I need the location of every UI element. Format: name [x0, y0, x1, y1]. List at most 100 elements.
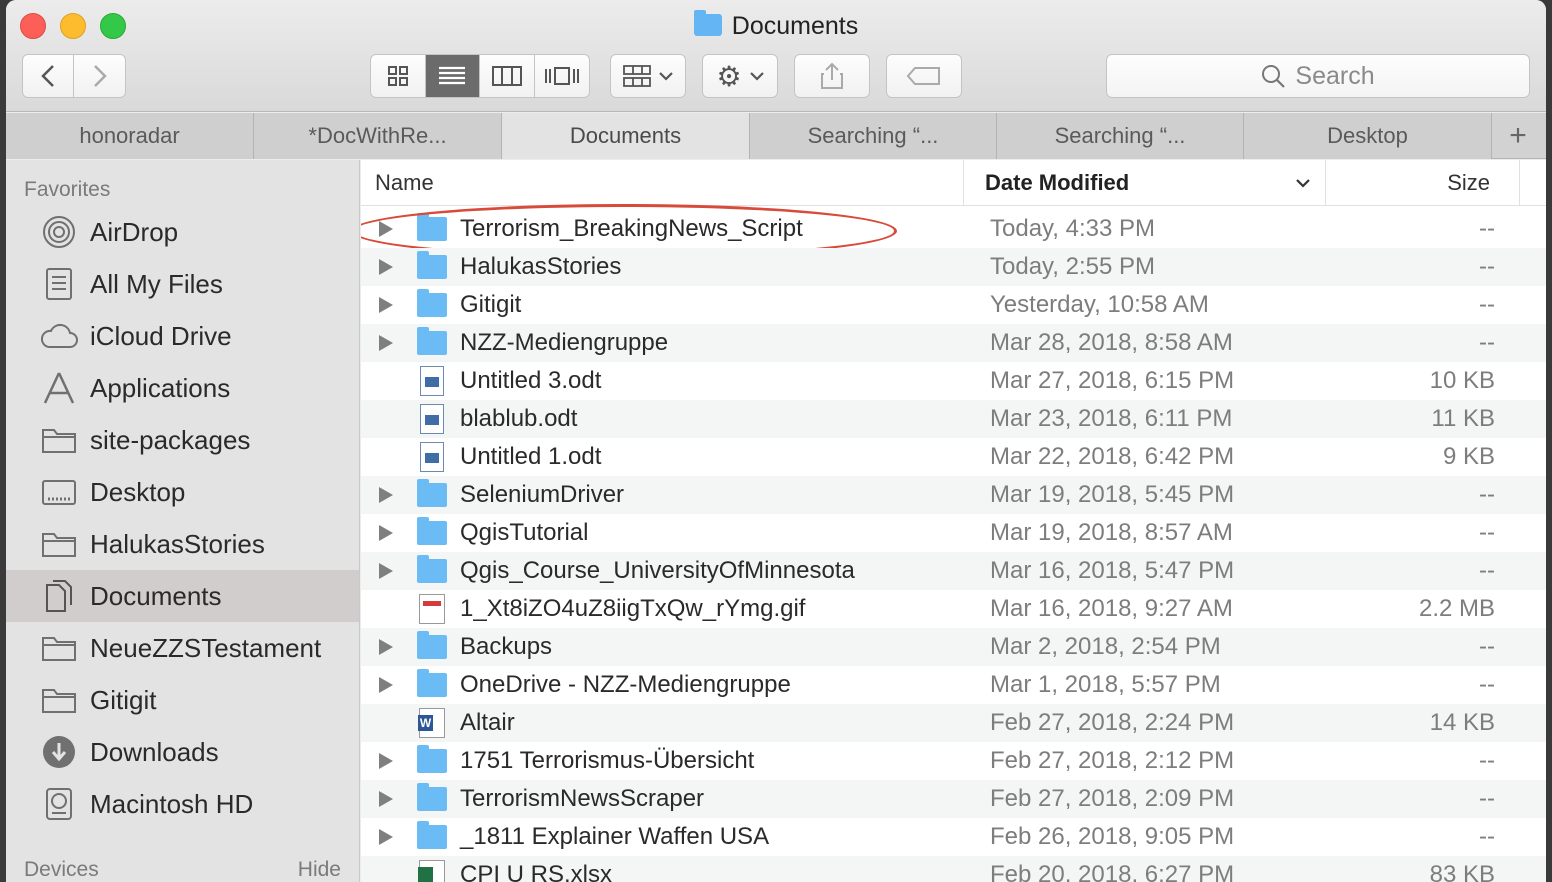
file-row[interactable]: Untitled 3.odt Mar 27, 2018, 6:15 PM 10 … — [361, 362, 1546, 400]
file-row[interactable]: _1811 Explainer Waffen USA Feb 26, 2018,… — [361, 818, 1546, 856]
back-button[interactable] — [23, 55, 75, 97]
file-row[interactable]: SeleniumDriver Mar 19, 2018, 5:45 PM -- — [361, 476, 1546, 514]
excel-document-icon — [418, 860, 445, 882]
arrange-button[interactable] — [610, 54, 686, 98]
file-name: NZZ-Mediengruppe — [460, 329, 669, 356]
disclosure-triangle-icon[interactable] — [379, 791, 393, 807]
file-date: Mar 23, 2018, 6:11 PM — [990, 405, 1233, 432]
file-row[interactable]: TerrorismNewsScraper Feb 27, 2018, 2:09 … — [361, 780, 1546, 818]
hide-devices-link[interactable]: Hide — [298, 858, 341, 882]
sidebar-item-halukasstories[interactable]: HalukasStories — [6, 518, 359, 570]
sidebar-item-airdrop[interactable]: AirDrop — [6, 206, 359, 258]
disclosure-triangle-icon[interactable] — [379, 677, 393, 693]
file-row[interactable]: OneDrive - NZZ-Mediengruppe Mar 1, 2018,… — [361, 666, 1546, 704]
disclosure-triangle-icon[interactable] — [379, 487, 393, 503]
file-row[interactable]: blablub.odt Mar 23, 2018, 6:11 PM 11 KB — [361, 400, 1546, 438]
file-row[interactable]: Altair Feb 27, 2018, 2:24 PM 14 KB — [361, 704, 1546, 742]
desktop-folder-icon — [40, 476, 78, 508]
file-size: -- — [1479, 291, 1495, 318]
sidebar-item-label: NeueZZSTestament — [90, 632, 322, 663]
file-row[interactable]: Gitigit Yesterday, 10:58 AM -- — [361, 286, 1546, 324]
tag-icon — [906, 67, 940, 85]
folder-icon — [417, 783, 447, 811]
grid-icon — [387, 66, 408, 86]
tab-desktop[interactable]: Desktop — [1244, 113, 1492, 159]
folder-icon — [417, 213, 447, 241]
file-row[interactable]: QgisTutorial Mar 19, 2018, 8:57 AM -- — [361, 514, 1546, 552]
tab-searching-2[interactable]: Searching “... — [997, 113, 1244, 159]
sidebar-item-neuezzstestament[interactable]: NeueZZSTestament — [6, 622, 359, 674]
file-row[interactable]: Backups Mar 2, 2018, 2:54 PM -- — [361, 628, 1546, 666]
sidebar-item-label: site-packages — [90, 424, 251, 455]
sidebar-item-icloud-drive[interactable]: iCloud Drive — [6, 310, 359, 362]
tab-searching-1[interactable]: Searching “... — [750, 113, 997, 159]
folder-icon — [417, 289, 447, 317]
sidebar-item-applications[interactable]: Applications — [6, 362, 359, 414]
disclosure-triangle-icon[interactable] — [379, 525, 393, 541]
tab-honoradar[interactable]: honoradar — [6, 113, 254, 159]
file-row[interactable]: Terrorism_BreakingNews_Script Today, 4:3… — [361, 204, 1546, 258]
tags-button[interactable] — [886, 54, 962, 98]
file-row[interactable]: CPI U RS.xlsx Feb 20, 2018, 6:27 PM 83 K… — [361, 856, 1546, 882]
sidebar-item-gitigit[interactable]: Gitigit — [6, 674, 359, 726]
file-size: -- — [1479, 329, 1495, 356]
cover-flow-icon — [544, 67, 579, 85]
column-header-size[interactable]: Size — [1325, 160, 1490, 206]
file-row[interactable]: Untitled 1.odt Mar 22, 2018, 6:42 PM 9 K… — [361, 438, 1546, 476]
list-view-button[interactable] — [425, 55, 480, 97]
file-date: Yesterday, 10:58 AM — [990, 291, 1209, 318]
downloads-icon — [40, 736, 78, 768]
file-row[interactable]: 1751 Terrorismus-Übersicht Feb 27, 2018,… — [361, 742, 1546, 780]
file-date: Mar 16, 2018, 5:47 PM — [990, 557, 1235, 584]
column-header-kind[interactable] — [1519, 160, 1546, 206]
file-row[interactable]: 1_Xt8iZO4uZ8iigTxQw_rYmg.gif Mar 16, 201… — [361, 590, 1546, 628]
file-row[interactable]: Qgis_Course_UniversityOfMinnesota Mar 16… — [361, 552, 1546, 590]
file-size: -- — [1479, 253, 1495, 280]
share-button[interactable] — [794, 54, 870, 98]
disclosure-triangle-icon[interactable] — [379, 829, 393, 845]
file-size: 10 KB — [1429, 367, 1495, 394]
sidebar-item-label: Desktop — [90, 476, 186, 507]
column-header-date-modified[interactable]: Date Modified — [963, 160, 1325, 206]
file-name: 1751 Terrorismus-Übersicht — [460, 747, 755, 774]
disclosure-triangle-icon[interactable] — [379, 563, 393, 579]
file-size: -- — [1479, 823, 1495, 850]
plus-icon: + — [1509, 118, 1527, 152]
folder-icon — [417, 327, 447, 355]
file-date: Mar 2, 2018, 2:54 PM — [990, 633, 1221, 660]
icon-view-button[interactable] — [371, 55, 426, 97]
tab-documents[interactable]: Documents — [502, 113, 750, 159]
sidebar-item-label: Applications — [90, 372, 231, 403]
sort-chevron-down-icon — [1296, 179, 1310, 188]
sidebar-item-documents[interactable]: Documents — [6, 570, 359, 622]
cover-flow-button[interactable] — [535, 55, 590, 97]
search-field[interactable]: Search — [1106, 54, 1530, 98]
new-tab-button[interactable]: + — [1492, 113, 1544, 158]
chevron-down-icon — [749, 72, 764, 81]
sidebar-item-desktop[interactable]: Desktop — [6, 466, 359, 518]
disclosure-triangle-icon[interactable] — [379, 753, 393, 769]
nav-buttons — [22, 54, 126, 98]
disclosure-triangle-icon[interactable] — [379, 335, 393, 351]
disclosure-triangle-icon[interactable] — [379, 221, 393, 237]
file-name: HalukasStories — [460, 253, 622, 280]
forward-button[interactable] — [74, 55, 125, 97]
file-row[interactable]: HalukasStories Today, 2:55 PM -- — [361, 248, 1546, 286]
disclosure-triangle-icon[interactable] — [379, 259, 393, 275]
disclosure-triangle-icon[interactable] — [379, 639, 393, 655]
sidebar-item-site-packages[interactable]: site-packages — [6, 414, 359, 466]
sidebar-item-downloads[interactable]: Downloads — [6, 726, 359, 778]
file-size: -- — [1479, 519, 1495, 546]
file-row[interactable]: NZZ-Mediengruppe Mar 28, 2018, 8:58 AM -… — [361, 324, 1546, 362]
file-date: Mar 19, 2018, 8:57 AM — [990, 519, 1233, 546]
file-name: QgisTutorial — [460, 519, 589, 546]
sidebar-item-macintosh-hd[interactable]: Macintosh HD — [6, 778, 359, 830]
chevron-down-icon — [659, 72, 673, 81]
sidebar-item-all-my-files[interactable]: All My Files — [6, 258, 359, 310]
tab-docwithre[interactable]: *DocWithRe... — [254, 113, 502, 159]
column-header-name[interactable]: Name — [375, 170, 434, 196]
action-button[interactable]: ⚙ — [702, 54, 778, 98]
column-view-button[interactable] — [480, 55, 535, 97]
file-date: Feb 20, 2018, 6:27 PM — [990, 861, 1235, 882]
disclosure-triangle-icon[interactable] — [379, 297, 393, 313]
